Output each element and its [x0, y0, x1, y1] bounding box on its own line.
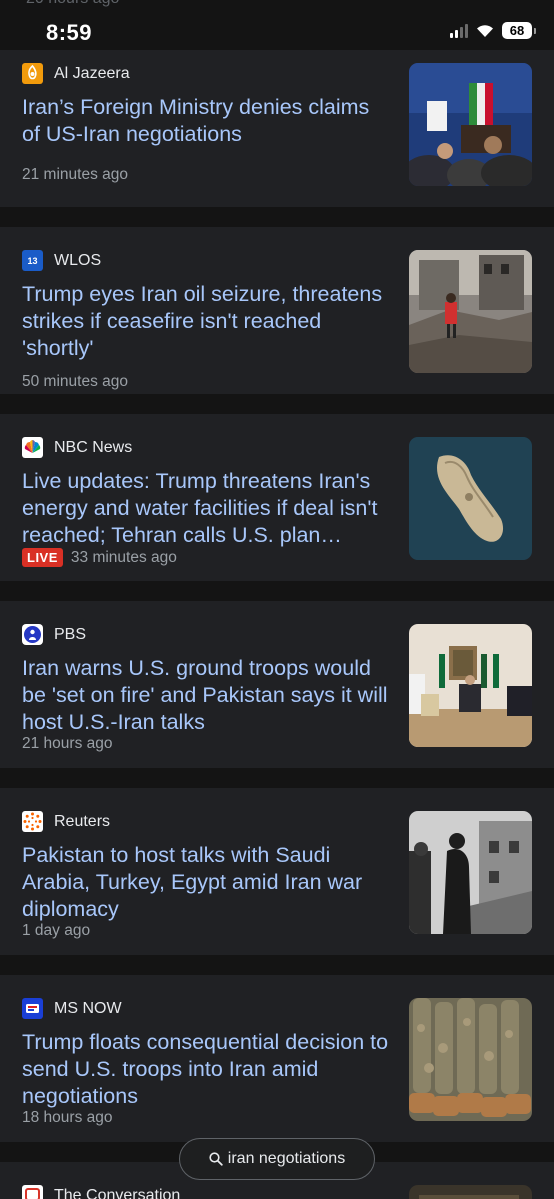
source-name: Al Jazeera — [54, 64, 130, 82]
article-source: 13 WLOS — [22, 250, 101, 271]
source-name: Reuters — [54, 812, 111, 830]
article-meta: 50 minutes ago — [22, 373, 128, 391]
article-source: Reuters — [22, 811, 110, 832]
status-bar: 20 hours ago 8:59 68 — [0, 0, 554, 50]
pbs-logo-icon — [22, 624, 43, 645]
article-thumbnail[interactable] — [409, 250, 532, 373]
al-jazeera-logo-icon — [22, 63, 43, 84]
article-meta: 21 minutes ago — [22, 166, 128, 184]
article-time: 33 minutes ago — [70, 548, 177, 566]
the-conversation-logo-icon — [22, 1185, 43, 1199]
reuters-logo-icon — [22, 811, 43, 832]
article-thumbnail[interactable] — [409, 1185, 532, 1199]
clock: 8:59 — [46, 20, 93, 45]
article-time: 21 minutes ago — [22, 166, 128, 183]
clipped-timestamp: 20 hours ago — [26, 0, 119, 8]
article-meta: 21 hours ago — [22, 735, 113, 753]
news-card[interactable]: Al Jazeera Iran’s Foreign Ministry denie… — [0, 40, 554, 207]
search-icon — [209, 1152, 223, 1166]
article-headline[interactable]: Trump eyes Iran oil seizure, threatens s… — [22, 281, 392, 362]
article-headline[interactable]: Pakistan to host talks with Saudi Arabia… — [22, 842, 392, 923]
source-name: NBC News — [54, 438, 133, 456]
news-card[interactable]: MS NOW Trump floats consequential decisi… — [0, 975, 554, 1142]
cellular-signal-icon — [450, 23, 468, 38]
article-source: The Conversation — [22, 1185, 180, 1199]
article-headline[interactable]: Trump floats consequential decision to s… — [22, 1029, 392, 1110]
article-thumbnail[interactable] — [409, 437, 532, 560]
article-source: NBC News — [22, 437, 132, 458]
article-headline[interactable]: Iran warns U.S. ground troops would be '… — [22, 655, 392, 736]
article-time: 18 hours ago — [22, 1109, 113, 1126]
source-name: PBS — [54, 625, 87, 643]
news-card[interactable]: NBC News Live updates: Trump threatens I… — [0, 414, 554, 581]
article-thumbnail[interactable] — [409, 624, 532, 747]
article-thumbnail[interactable] — [409, 811, 532, 934]
search-query-text: iran negotiations — [227, 1150, 346, 1167]
article-meta: LIVE 33 minutes ago — [22, 548, 177, 567]
article-time: 1 day ago — [22, 922, 91, 939]
logo-text: 13 — [27, 255, 38, 266]
news-card[interactable]: PBS Iran warns U.S. ground troops would … — [0, 601, 554, 768]
news-feed[interactable]: Al Jazeera Iran’s Foreign Ministry denie… — [0, 40, 554, 1199]
article-time: 50 minutes ago — [22, 373, 128, 390]
source-name: The Conversation — [54, 1186, 181, 1199]
article-headline[interactable]: Live updates: Trump threatens Iran's ene… — [22, 468, 392, 549]
article-meta: 18 hours ago — [22, 1109, 113, 1127]
article-thumbnail[interactable] — [409, 998, 532, 1121]
search-query-pill[interactable]: iran negotiations — [179, 1138, 375, 1180]
ms-now-logo-icon — [22, 998, 43, 1019]
status-icons: 68 — [450, 22, 536, 39]
article-time: 21 hours ago — [22, 735, 113, 752]
source-name: WLOS — [54, 251, 102, 269]
news-card[interactable]: 13 WLOS Trump eyes Iran oil seizure, thr… — [0, 227, 554, 394]
article-meta: 1 day ago — [22, 922, 90, 940]
article-thumbnail[interactable] — [409, 63, 532, 186]
article-source: Al Jazeera — [22, 63, 130, 84]
wifi-icon — [477, 25, 493, 37]
wlos-logo-icon: 13 — [22, 250, 43, 271]
nbc-peacock-logo-icon — [22, 437, 43, 458]
live-badge: LIVE — [22, 548, 63, 567]
article-source: MS NOW — [22, 998, 122, 1019]
article-headline[interactable]: Iran’s Foreign Ministry denies claims of… — [22, 94, 392, 148]
source-name: MS NOW — [54, 999, 122, 1017]
battery-icon: 68 — [502, 22, 536, 39]
news-card[interactable]: Reuters Pakistan to host talks with Saud… — [0, 788, 554, 955]
article-source: PBS — [22, 624, 86, 645]
